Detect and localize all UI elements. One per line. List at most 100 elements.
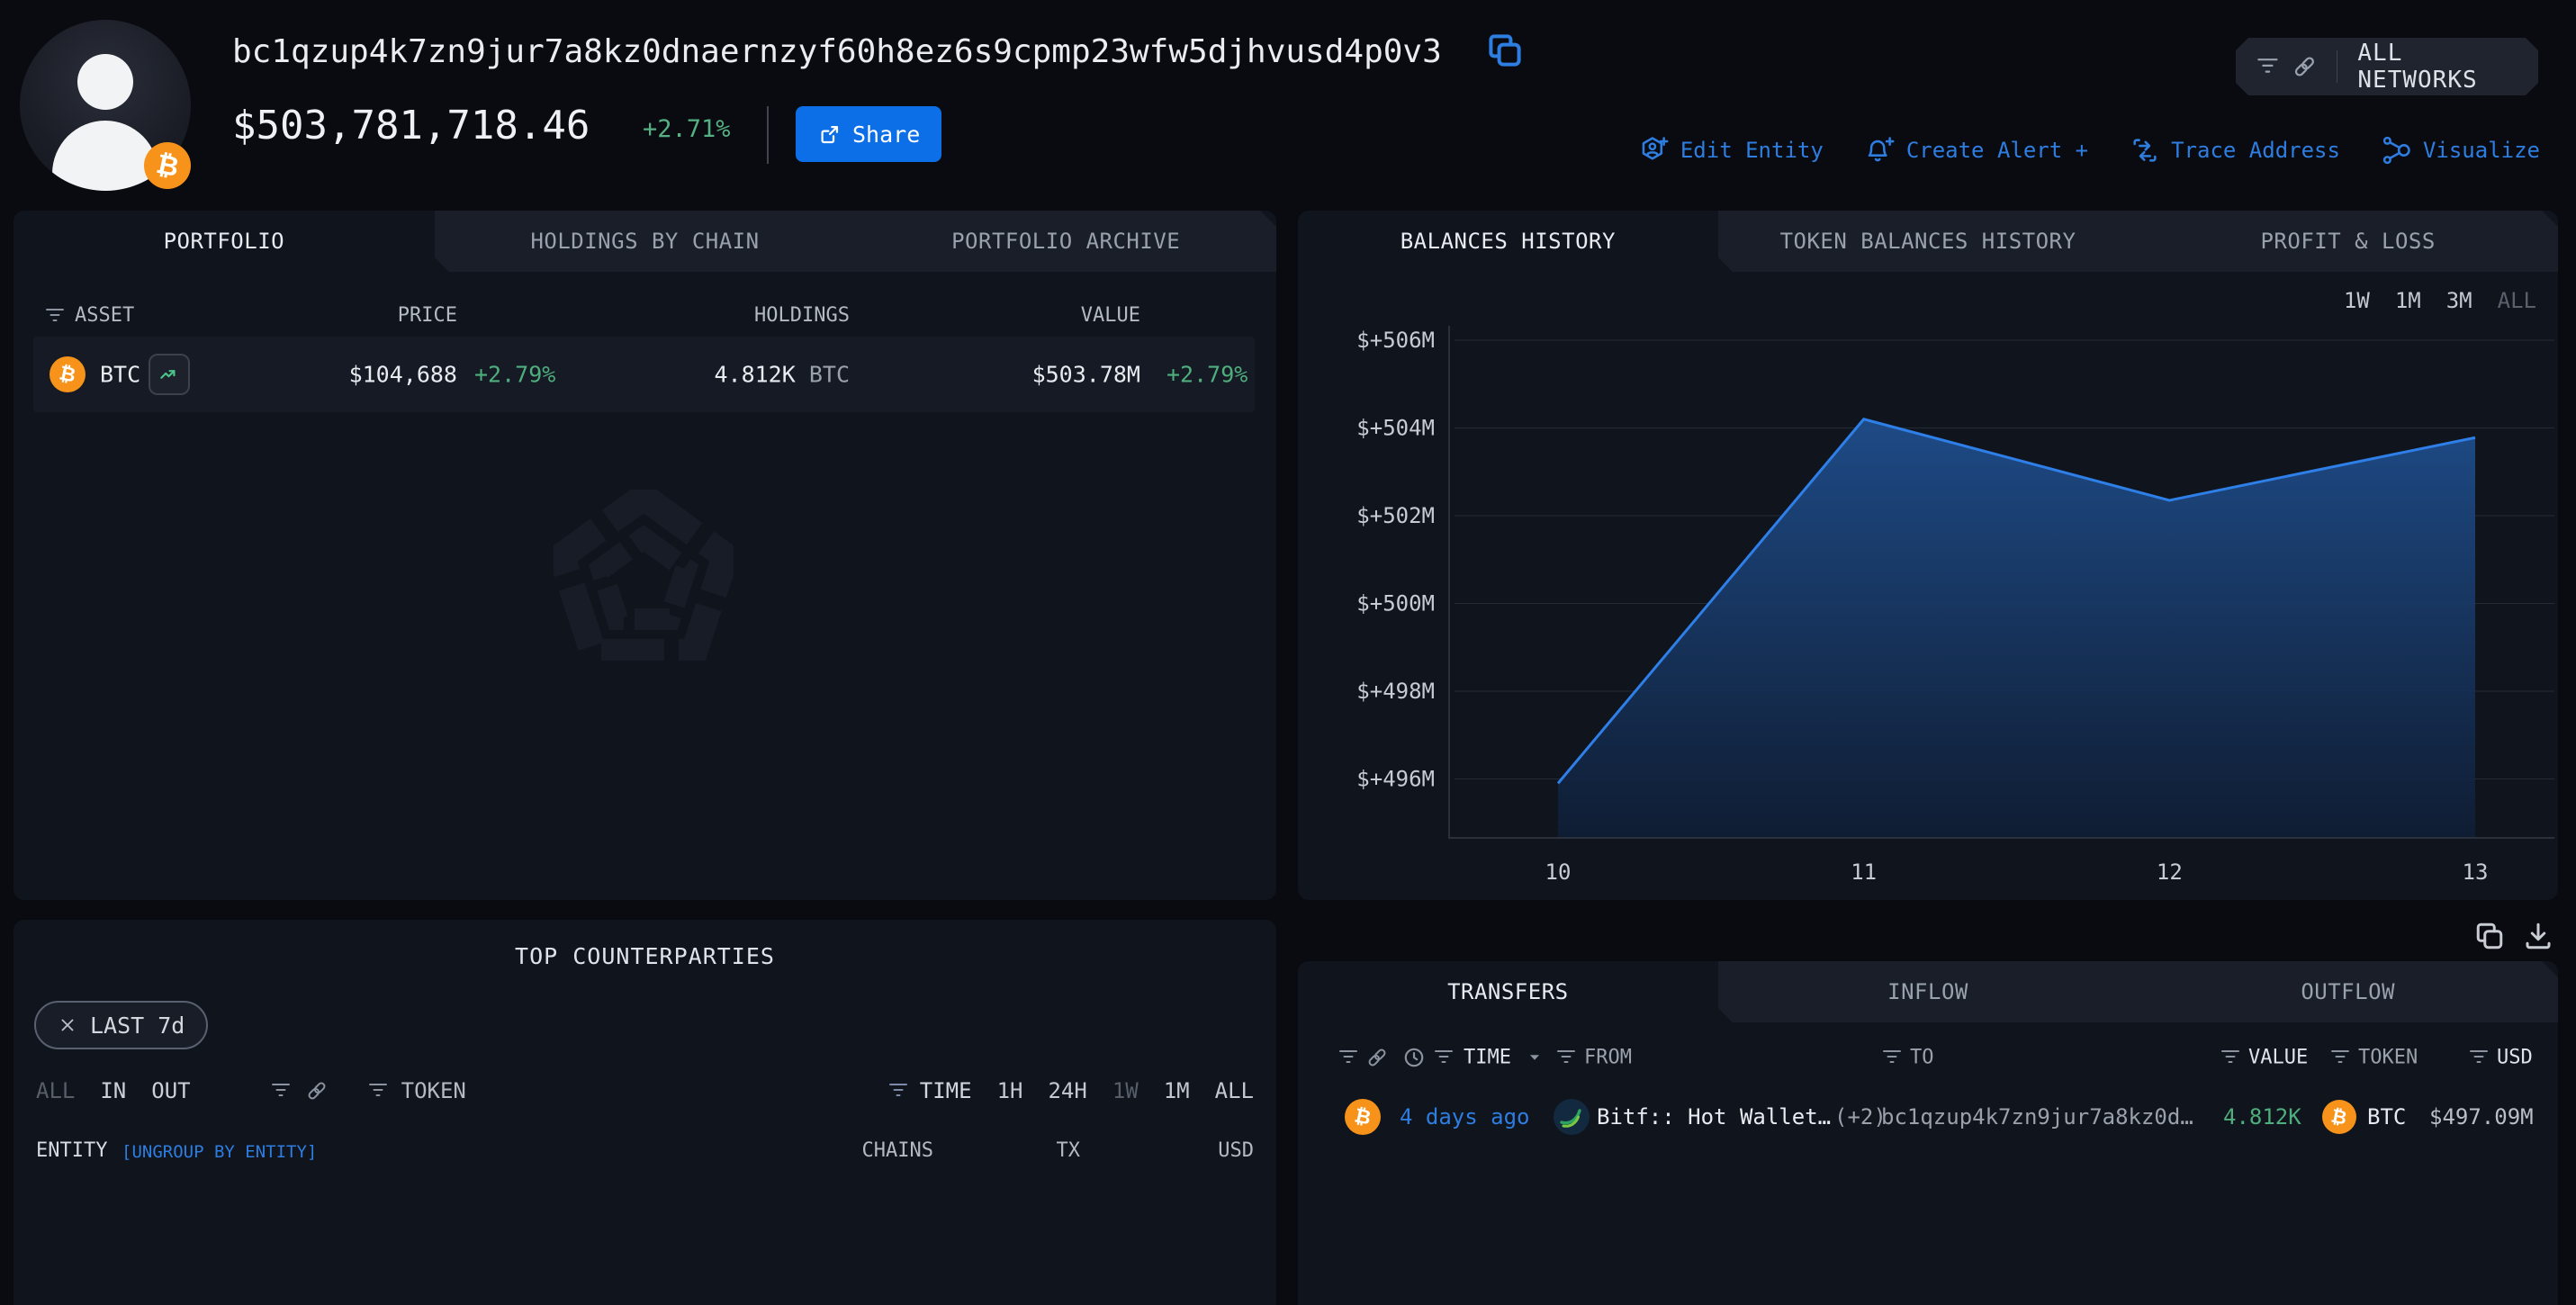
- btc-token-icon: ₿: [2322, 1100, 2356, 1134]
- divider: [767, 106, 769, 164]
- balances-tabbar: BALANCES HISTORY TOKEN BALANCES HISTORY …: [1298, 211, 2558, 272]
- transfers-tabbar: TRANSFERS INFLOW OUTFLOW: [1298, 961, 2558, 1022]
- range-1m[interactable]: 1M: [1164, 1078, 1190, 1103]
- transfer-value: 4.812K: [2223, 1104, 2301, 1130]
- col-usd[interactable]: USD: [2497, 1047, 2533, 1069]
- chain-link-icon: [2292, 53, 2317, 80]
- copy-table-icon[interactable]: [2473, 920, 2506, 952]
- tab-holdings-by-chain[interactable]: HOLDINGS BY CHAIN: [435, 211, 856, 272]
- btc-coin-icon: ₿: [50, 356, 86, 392]
- counterparties-filters: ALL IN OUT TOKEN TIME 1H 24H 1W 1M ALL: [36, 1075, 1254, 1107]
- btc-chain-icon: ₿: [1345, 1099, 1381, 1135]
- col-price: PRICE: [398, 304, 457, 327]
- range-1w[interactable]: 1W: [1112, 1078, 1139, 1103]
- col-chains: CHAINS: [862, 1139, 933, 1162]
- col-from[interactable]: FROM: [1584, 1047, 1632, 1069]
- ungroup-by-entity-link[interactable]: [UNGROUP BY ENTITY]: [122, 1142, 317, 1162]
- tab-transfers[interactable]: TRANSFERS: [1298, 961, 1718, 1022]
- filter-icon[interactable]: [367, 1080, 389, 1102]
- col-token[interactable]: TOKEN: [2358, 1047, 2418, 1069]
- total-balance: $503,781,718.46: [232, 103, 590, 148]
- portfolio-row-btc[interactable]: ₿ BTC $104,688 +2.79% 4.812K BTC $503.78…: [33, 337, 1255, 412]
- svg-text:13: 13: [2463, 860, 2489, 885]
- token-filter-label[interactable]: TOKEN: [401, 1078, 466, 1103]
- col-to[interactable]: TO: [1910, 1047, 1934, 1069]
- filter-in[interactable]: IN: [100, 1078, 126, 1103]
- to-address-link[interactable]: bc1qzup4k7zn9jur7a8kz0d…: [1881, 1104, 2193, 1130]
- tab-inflow[interactable]: INFLOW: [1718, 961, 2139, 1022]
- counterparties-title: TOP COUNTERPARTIES: [14, 943, 1276, 969]
- tab-balances-history[interactable]: BALANCES HISTORY: [1298, 211, 1718, 272]
- tab-profit-loss[interactable]: PROFIT & LOSS: [2138, 211, 2558, 272]
- hexagon-user-plus-icon: [1639, 135, 1670, 166]
- tab-token-balances-history[interactable]: TOKEN BALANCES HISTORY: [1718, 211, 2139, 272]
- time-filter-label[interactable]: TIME: [920, 1078, 972, 1103]
- svg-text:$+502M: $+502M: [1356, 503, 1435, 528]
- clock-icon[interactable]: [1402, 1046, 1426, 1069]
- transfers-panel: TRANSFERS INFLOW OUTFLOW TIME FROM TO VA…: [1298, 961, 2558, 1305]
- transfer-row[interactable]: ₿ 4 days ago Bitf:: Hot Wallet… (+2) bc1…: [1298, 1078, 2558, 1156]
- external-link-icon: [817, 122, 842, 147]
- bitfinex-entity-icon: [1554, 1099, 1590, 1135]
- svg-text:$+504M: $+504M: [1356, 416, 1435, 441]
- visualize-button[interactable]: Visualize: [2382, 135, 2540, 166]
- chevron-down-icon[interactable]: [1525, 1048, 1545, 1067]
- filter-icon[interactable]: [1881, 1047, 1903, 1068]
- trend-up-icon: [158, 363, 181, 386]
- filter-icon[interactable]: [887, 1080, 909, 1102]
- tab-portfolio[interactable]: PORTFOLIO: [14, 211, 435, 272]
- token-label: BTC: [2367, 1104, 2406, 1130]
- transfer-time-link[interactable]: 4 days ago: [1400, 1104, 1530, 1130]
- btc-badge-icon: ₿: [144, 142, 191, 189]
- range-24h[interactable]: 24H: [1048, 1078, 1086, 1103]
- portfolio-table-header: ASSET PRICE HOLDINGS VALUE: [14, 304, 1276, 340]
- chain-link-icon[interactable]: [1366, 1047, 1388, 1068]
- create-alert-button[interactable]: Create Alert +: [1865, 135, 2088, 166]
- transfers-table-header: TIME FROM TO VALUE TOKEN USD: [1298, 1040, 2558, 1075]
- price-value: $104,688: [349, 362, 457, 388]
- col-value[interactable]: VALUE: [2248, 1047, 2308, 1069]
- svg-text:12: 12: [2157, 860, 2183, 885]
- tab-portfolio-archive[interactable]: PORTFOLIO ARCHIVE: [855, 211, 1276, 272]
- price-chart-button[interactable]: [149, 354, 190, 395]
- svg-text:11: 11: [1851, 860, 1877, 885]
- bell-plus-icon: [1865, 135, 1896, 166]
- holdings-unit: BTC: [809, 362, 850, 388]
- balances-area-chart[interactable]: $+506M$+504M$+502M$+500M$+498M$+496M1011…: [1298, 211, 2558, 900]
- chain-link-icon[interactable]: [306, 1080, 328, 1102]
- filter-icon[interactable]: [2468, 1047, 2490, 1068]
- from-entity-link[interactable]: Bitf:: Hot Wallet…: [1597, 1104, 1831, 1130]
- edit-entity-button[interactable]: Edit Entity: [1639, 135, 1824, 166]
- svg-text:$+500M: $+500M: [1356, 591, 1435, 616]
- portfolio-tabbar: PORTFOLIO HOLDINGS BY CHAIN PORTFOLIO AR…: [14, 211, 1276, 272]
- balance-change: +2.71%: [643, 115, 731, 143]
- last-7d-filter-chip[interactable]: LAST 7d: [34, 1001, 208, 1049]
- download-icon[interactable]: [2522, 920, 2554, 952]
- filter-all[interactable]: ALL: [36, 1078, 75, 1103]
- filter-icon[interactable]: [1433, 1047, 1455, 1068]
- header-actions: Edit Entity Create Alert + Trace Address…: [1639, 135, 2540, 166]
- svg-text:10: 10: [1545, 860, 1572, 885]
- trace-address-button[interactable]: Trace Address: [2130, 135, 2340, 166]
- asset-name: BTC: [100, 362, 140, 388]
- copy-address-icon[interactable]: [1485, 31, 1525, 70]
- chip-label: LAST 7d: [90, 1012, 185, 1039]
- filter-icon[interactable]: [1555, 1047, 1577, 1068]
- tab-outflow[interactable]: OUTFLOW: [2138, 961, 2558, 1022]
- range-1h[interactable]: 1H: [997, 1078, 1023, 1103]
- col-time[interactable]: TIME: [1464, 1047, 1511, 1069]
- filter-icon[interactable]: [2329, 1047, 2351, 1068]
- filter-icon[interactable]: [1338, 1047, 1359, 1068]
- filter-out[interactable]: OUT: [151, 1078, 190, 1103]
- network-selector[interactable]: ALL NETWORKS: [2236, 38, 2538, 95]
- close-icon[interactable]: [58, 1015, 77, 1035]
- svg-text:$+496M: $+496M: [1356, 767, 1435, 792]
- share-button[interactable]: Share: [796, 106, 941, 162]
- col-asset: ASSET: [75, 304, 134, 327]
- filter-icon[interactable]: [270, 1080, 292, 1102]
- filter-icon[interactable]: [2220, 1047, 2241, 1068]
- filter-icon[interactable]: [44, 305, 66, 327]
- range-all[interactable]: ALL: [1215, 1078, 1254, 1103]
- col-value: VALUE: [1081, 304, 1140, 327]
- holdings-amount: 4.812K: [714, 362, 795, 388]
